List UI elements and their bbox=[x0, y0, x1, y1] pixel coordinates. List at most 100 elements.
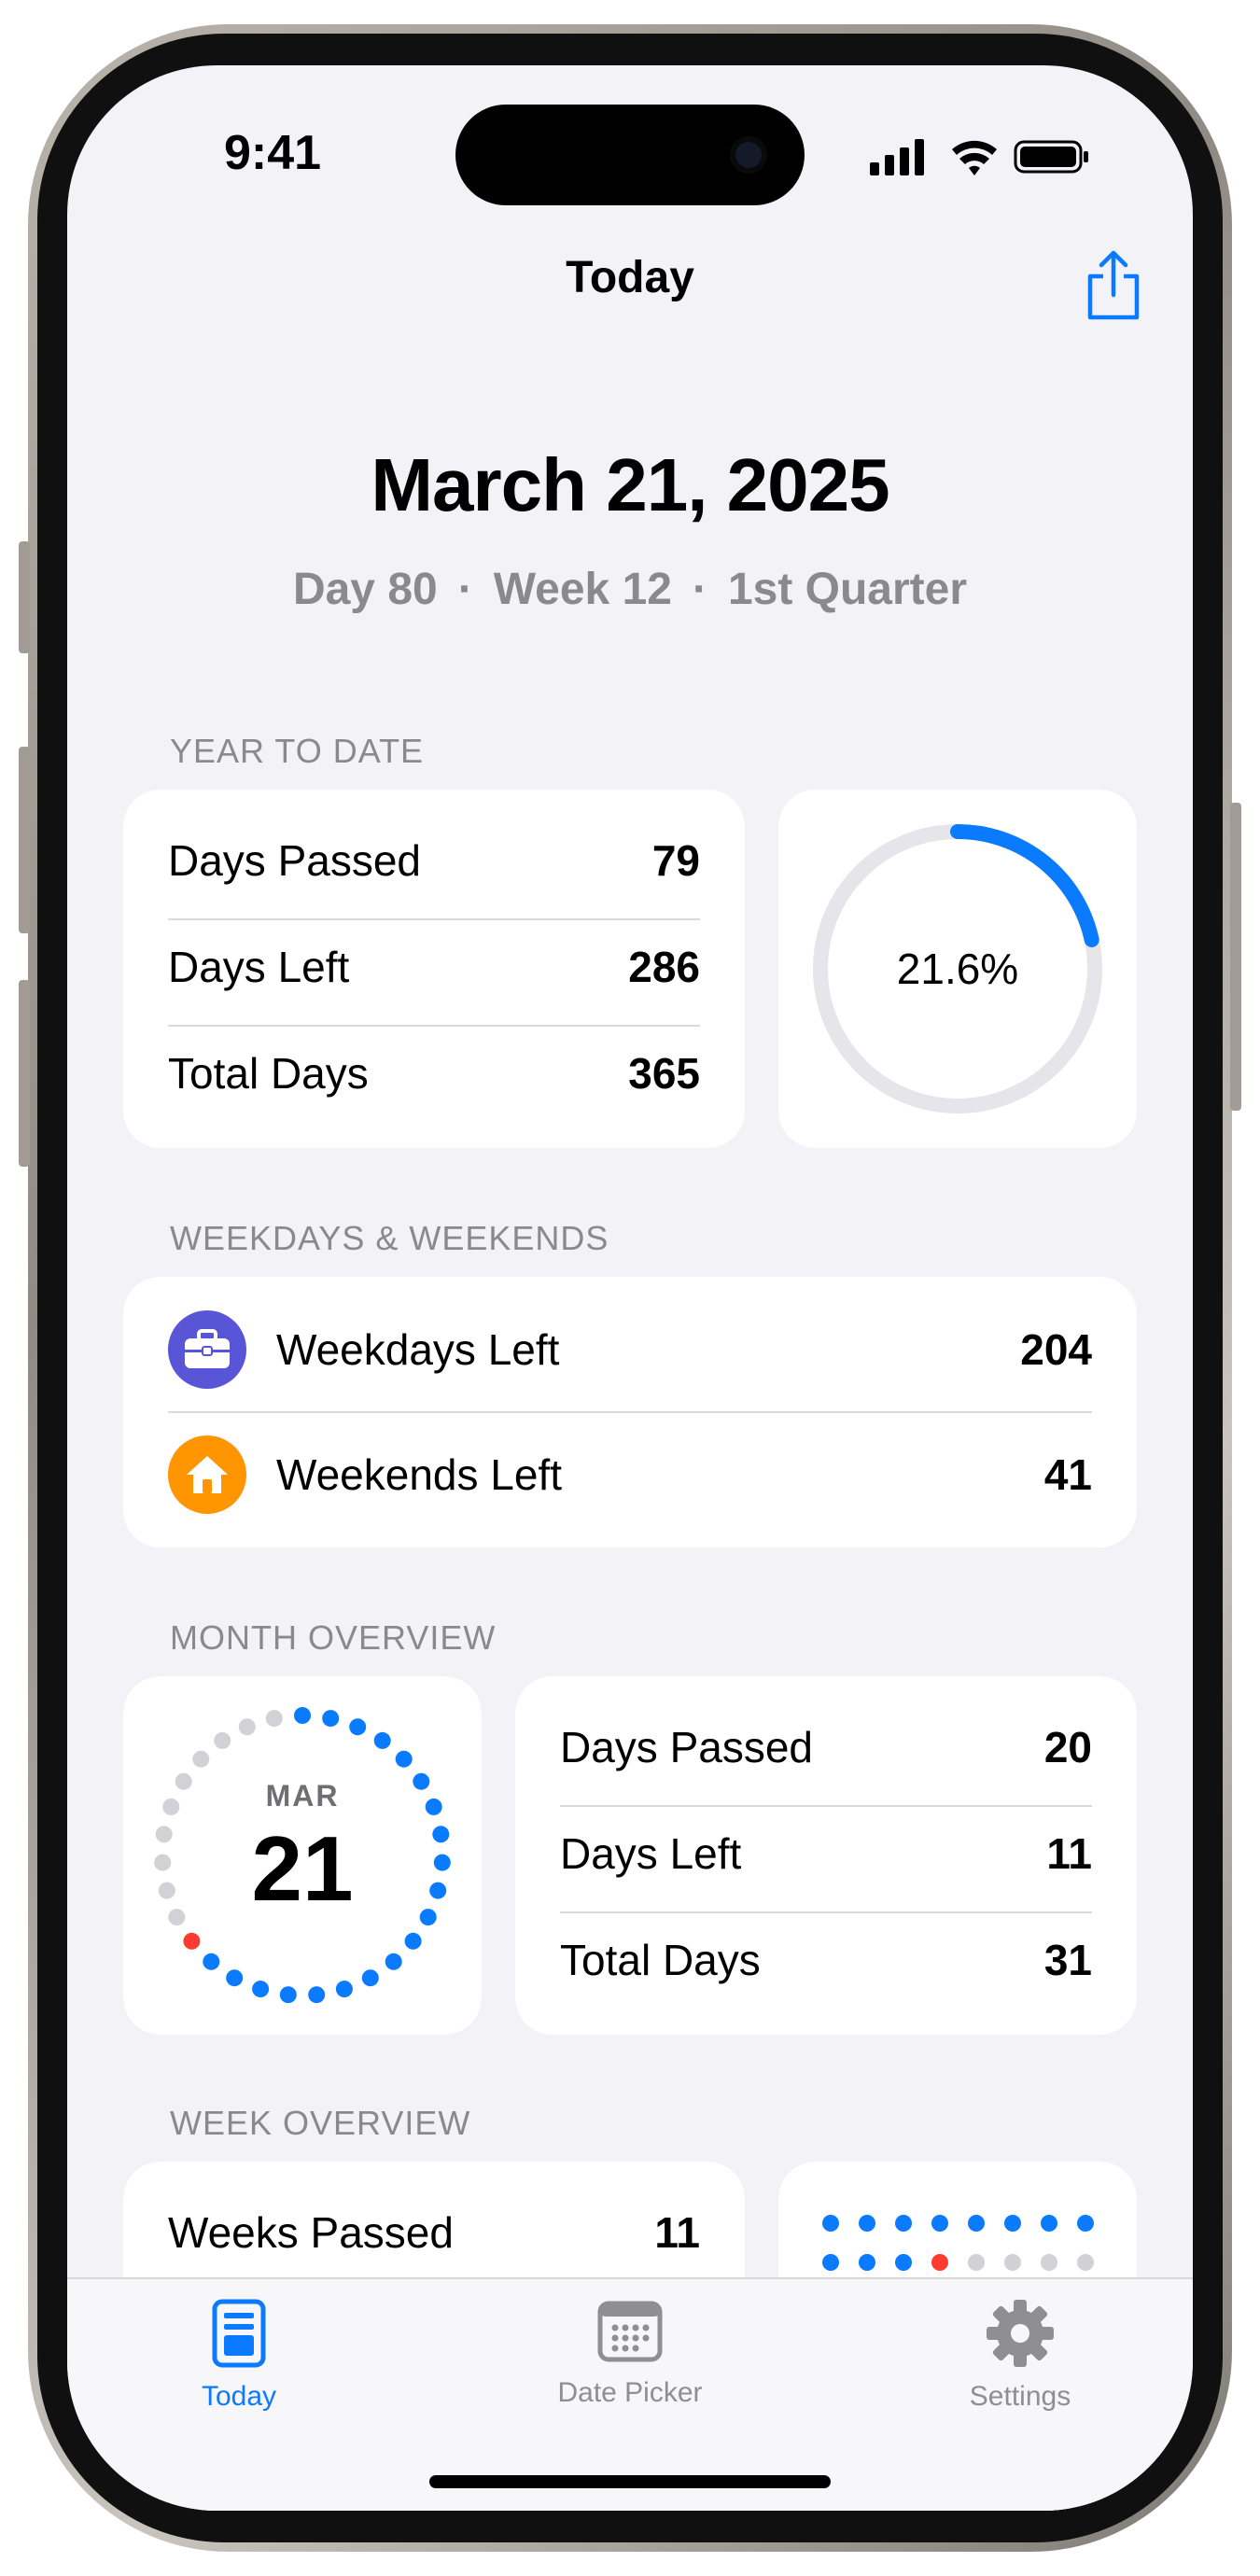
week-dot bbox=[822, 2254, 839, 2271]
week-dot bbox=[931, 2254, 948, 2271]
year-progress-card: 21.6% bbox=[778, 790, 1137, 1148]
weeks-passed-row: Weeks Passed 11 bbox=[168, 2180, 700, 2285]
month-day-dot bbox=[252, 1981, 270, 1998]
week-dot bbox=[1004, 2254, 1021, 2271]
month-total-days-row: Total Days 31 bbox=[560, 1908, 1092, 2012]
week-dot bbox=[895, 2215, 912, 2232]
section-label-month: MONTH OVERVIEW bbox=[170, 1618, 497, 1657]
row-value: 286 bbox=[628, 943, 700, 991]
cellular-signal-icon bbox=[870, 139, 924, 175]
calendar-icon bbox=[597, 2301, 663, 2362]
week-dot bbox=[822, 2215, 839, 2232]
month-day-dot bbox=[322, 1710, 340, 1728]
row-label: Weeks Passed bbox=[168, 2208, 454, 2257]
volume-down-button bbox=[19, 980, 30, 1167]
month-day-dot bbox=[395, 1750, 413, 1768]
separator: · bbox=[692, 565, 707, 614]
month-day-dot bbox=[385, 1953, 402, 1970]
nav-title: Today bbox=[566, 253, 694, 302]
month-day-dot bbox=[294, 1707, 311, 1724]
month-day-dot bbox=[308, 1986, 326, 2004]
day-of-year: Day 80 bbox=[292, 565, 438, 614]
date-summary: Day 80 · Week 12 · 1st Quarter bbox=[67, 564, 1193, 615]
weekdays-card: Weekdays Left 204 Weekends Left 41 bbox=[123, 1277, 1137, 1547]
row-label: Days Passed bbox=[168, 836, 422, 885]
row-label: Total Days bbox=[168, 1049, 369, 1098]
row-label: Weekdays Left bbox=[276, 1325, 560, 1374]
briefcase-icon bbox=[168, 1310, 246, 1389]
week-dot bbox=[859, 2254, 875, 2271]
share-icon bbox=[1087, 250, 1140, 320]
row-label: Days Passed bbox=[560, 1723, 814, 1771]
gear-icon bbox=[987, 2300, 1054, 2367]
row-value: 204 bbox=[1020, 1325, 1092, 1374]
month-day-dot bbox=[373, 1731, 391, 1749]
tab-settings[interactable]: Settings bbox=[917, 2298, 1123, 2413]
separator: · bbox=[457, 565, 473, 614]
section-label-weekdays: WEEKDAYS & WEEKENDS bbox=[170, 1219, 609, 1257]
month-days-passed-row: Days Passed 20 bbox=[560, 1695, 1092, 1799]
power-button bbox=[1230, 803, 1241, 1111]
year-progress-ring: 21.6% bbox=[813, 824, 1102, 1113]
row-value: 11 bbox=[1046, 1829, 1092, 1878]
row-value: 20 bbox=[1043, 1723, 1092, 1771]
quarter: 1st Quarter bbox=[727, 565, 968, 614]
status-time: 9:41 bbox=[224, 126, 322, 180]
month-day-dot bbox=[279, 1986, 297, 2004]
section-label-year: YEAR TO DATE bbox=[170, 732, 425, 770]
year-total-days-row: Total Days 365 bbox=[168, 1021, 700, 1126]
section-label-week: WEEK OVERVIEW bbox=[170, 2104, 471, 2142]
row-label: Days Left bbox=[168, 943, 350, 991]
week-dot bbox=[1041, 2215, 1057, 2232]
screen: 9:41 Today March 21, 2025 Day 80 · Week … bbox=[67, 65, 1193, 2511]
row-value: 365 bbox=[628, 1049, 700, 1098]
row-label: Days Left bbox=[560, 1829, 742, 1878]
week-dot bbox=[895, 2254, 912, 2271]
book-icon bbox=[212, 2299, 266, 2368]
home-indicator[interactable] bbox=[429, 2475, 831, 2488]
front-camera bbox=[730, 136, 767, 174]
tab-label: Date Picker bbox=[557, 2377, 703, 2408]
share-button[interactable] bbox=[1081, 248, 1146, 323]
row-label: Total Days bbox=[560, 1936, 761, 1984]
weekdays-left-row: Weekdays Left 204 bbox=[168, 1297, 1092, 1402]
week-dot bbox=[931, 2215, 948, 2232]
current-date: March 21, 2025 bbox=[371, 443, 889, 526]
week-dot bbox=[859, 2215, 875, 2232]
week-of-year: Week 12 bbox=[493, 565, 672, 614]
row-value: 79 bbox=[651, 836, 700, 885]
volume-up-button bbox=[19, 747, 30, 933]
month-days-left-row: Days Left 11 bbox=[560, 1801, 1092, 1906]
row-value: 31 bbox=[1043, 1936, 1092, 1984]
tab-label: Settings bbox=[969, 2381, 1071, 2412]
status-icons bbox=[870, 136, 1094, 177]
month-dial-card: MAR 21 bbox=[123, 1676, 482, 2035]
month-day-dot bbox=[404, 1932, 422, 1950]
month-day-dot bbox=[226, 1969, 244, 1987]
divider bbox=[168, 1411, 1092, 1413]
month-abbr: MAR bbox=[265, 1779, 340, 1813]
action-button bbox=[19, 541, 30, 653]
month-day-dot bbox=[265, 1710, 283, 1728]
tab-today[interactable]: Today bbox=[136, 2298, 342, 2413]
row-value: 41 bbox=[1043, 1450, 1092, 1499]
week-dot bbox=[968, 2215, 985, 2232]
month-day-dot bbox=[214, 1731, 231, 1749]
month-day-number: 21 bbox=[251, 1817, 354, 1920]
week-dot bbox=[1041, 2254, 1057, 2271]
battery-icon bbox=[1014, 140, 1088, 174]
weekends-left-row: Weekends Left 41 bbox=[168, 1422, 1092, 1527]
month-day-dot bbox=[183, 1932, 201, 1950]
month-day-dot bbox=[335, 1981, 353, 1998]
week-dot bbox=[968, 2254, 985, 2271]
month-day-dot bbox=[349, 1718, 367, 1736]
week-dot bbox=[1077, 2215, 1094, 2232]
house-icon bbox=[168, 1435, 246, 1514]
row-value: 11 bbox=[654, 2208, 700, 2257]
week-dot bbox=[1077, 2254, 1094, 2271]
wifi-icon bbox=[952, 140, 997, 175]
row-label: Weekends Left bbox=[276, 1450, 563, 1499]
week-dot bbox=[1004, 2215, 1021, 2232]
month-stats-card: Days Passed 20 Days Left 11 Total Days 3… bbox=[515, 1676, 1137, 2035]
tab-date-picker[interactable]: Date Picker bbox=[527, 2298, 733, 2409]
